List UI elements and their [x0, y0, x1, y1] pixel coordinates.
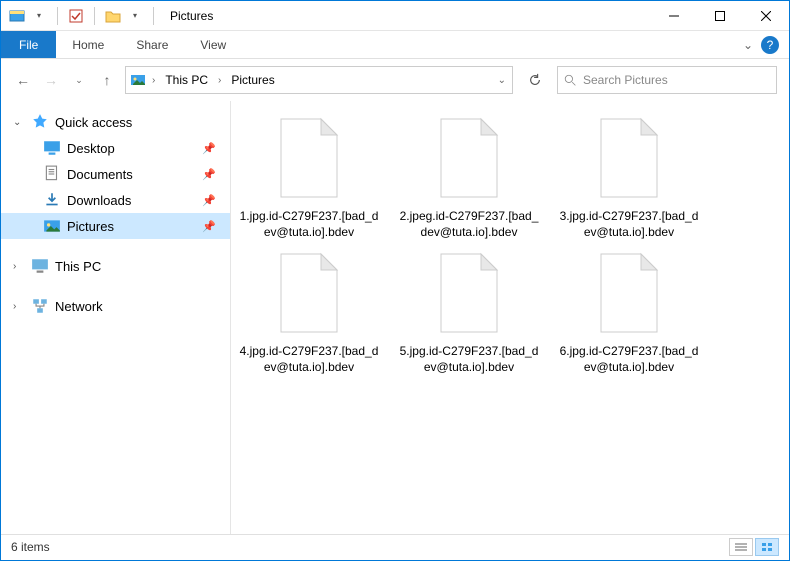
separator — [94, 7, 95, 25]
file-name-label: 4.jpg.id-C279F237.[bad_dev@tuta.io].bdev — [239, 344, 379, 375]
file-item[interactable]: 5.jpg.id-C279F237.[bad_dev@tuta.io].bdev — [399, 248, 539, 375]
forward-button[interactable]: → — [41, 70, 61, 90]
file-icon — [589, 113, 669, 203]
tree-network[interactable]: › Network — [1, 293, 230, 319]
details-view-button[interactable] — [729, 538, 753, 556]
file-tab[interactable]: File — [1, 31, 56, 58]
desktop-icon — [43, 140, 61, 156]
breadcrumb-this-pc[interactable]: This PC — [161, 73, 212, 87]
tree-label: Desktop — [67, 141, 196, 156]
sidebar-item-documents[interactable]: Documents 📌 — [1, 161, 230, 187]
file-name-label: 5.jpg.id-C279F237.[bad_dev@tuta.io].bdev — [399, 344, 539, 375]
tab-share[interactable]: Share — [120, 31, 184, 58]
tree-label: Network — [55, 299, 230, 314]
folder-qat-icon[interactable] — [105, 8, 121, 24]
tree-this-pc[interactable]: › This PC — [1, 253, 230, 279]
sidebar-item-downloads[interactable]: Downloads 📌 — [1, 187, 230, 213]
maximize-button[interactable] — [697, 1, 743, 31]
chevron-down-icon[interactable]: ⌄ — [13, 117, 25, 128]
sidebar-item-desktop[interactable]: Desktop 📌 — [1, 135, 230, 161]
tree-label: Documents — [67, 167, 196, 182]
search-input[interactable]: Search Pictures — [557, 66, 777, 94]
qat-dropdown2-icon[interactable]: ▾ — [127, 8, 143, 24]
titlebar: ▾ ▾ Pictures — [1, 1, 789, 31]
file-name-label: 2.jpeg.id-C279F237.[bad_dev@tuta.io].bde… — [399, 209, 539, 240]
file-list[interactable]: 1.jpg.id-C279F237.[bad_dev@tuta.io].bdev… — [231, 101, 789, 534]
pictures-location-icon — [130, 72, 146, 88]
help-icon[interactable]: ? — [761, 36, 779, 54]
expand-ribbon-icon[interactable]: ⌄ — [743, 38, 753, 52]
item-count: 6 items — [11, 540, 50, 554]
file-name-label: 6.jpg.id-C279F237.[bad_dev@tuta.io].bdev — [559, 344, 699, 375]
chevron-right-icon[interactable]: › — [13, 301, 25, 312]
tree-label: Downloads — [67, 193, 196, 208]
chevron-right-icon[interactable]: › — [150, 75, 157, 86]
file-icon — [269, 248, 349, 338]
tree-label: Quick access — [55, 115, 230, 130]
chevron-right-icon[interactable]: › — [13, 261, 25, 272]
refresh-button[interactable] — [521, 66, 549, 94]
ribbon: File Home Share View ⌄ ? — [1, 31, 789, 59]
pin-icon: 📌 — [202, 142, 230, 155]
file-item[interactable]: 6.jpg.id-C279F237.[bad_dev@tuta.io].bdev — [559, 248, 699, 375]
properties-icon[interactable] — [68, 8, 84, 24]
recent-dropdown-icon[interactable]: ⌄ — [69, 70, 89, 90]
navigation-pane: ⌄ Quick access Desktop 📌 Documents 📌 Dow… — [1, 101, 231, 534]
downloads-icon — [43, 192, 61, 208]
large-icons-view-button[interactable] — [755, 538, 779, 556]
statusbar: 6 items — [1, 534, 789, 558]
pin-icon: 📌 — [202, 220, 230, 233]
tab-home[interactable]: Home — [56, 31, 120, 58]
search-placeholder: Search Pictures — [583, 73, 668, 87]
window-controls — [651, 1, 789, 31]
pin-icon: 📌 — [202, 194, 230, 207]
file-name-label: 1.jpg.id-C279F237.[bad_dev@tuta.io].bdev — [239, 209, 379, 240]
file-item[interactable]: 3.jpg.id-C279F237.[bad_dev@tuta.io].bdev — [559, 113, 699, 240]
file-icon — [429, 248, 509, 338]
separator — [57, 7, 58, 25]
address-bar[interactable]: › This PC › Pictures ⌄ — [125, 66, 513, 94]
file-item[interactable]: 4.jpg.id-C279F237.[bad_dev@tuta.io].bdev — [239, 248, 379, 375]
this-pc-icon — [31, 258, 49, 274]
tree-label: This PC — [55, 259, 230, 274]
file-icon — [429, 113, 509, 203]
explorer-icon — [9, 8, 25, 24]
quick-access-star-icon — [31, 114, 49, 130]
window-title: Pictures — [170, 9, 213, 23]
close-button[interactable] — [743, 1, 789, 31]
pictures-icon — [43, 218, 61, 234]
breadcrumb-pictures[interactable]: Pictures — [227, 73, 278, 87]
quick-access-toolbar: ▾ ▾ Pictures — [1, 7, 213, 25]
separator — [153, 7, 154, 25]
file-item[interactable]: 2.jpeg.id-C279F237.[bad_dev@tuta.io].bde… — [399, 113, 539, 240]
navbar: ← → ⌄ ↑ › This PC › Pictures ⌄ Search Pi… — [1, 59, 789, 101]
qat-dropdown-icon[interactable]: ▾ — [31, 8, 47, 24]
sidebar-item-pictures[interactable]: Pictures 📌 — [1, 213, 230, 239]
file-icon — [589, 248, 669, 338]
tab-view[interactable]: View — [184, 31, 242, 58]
documents-icon — [43, 166, 61, 182]
tree-quick-access[interactable]: ⌄ Quick access — [1, 109, 230, 135]
file-item[interactable]: 1.jpg.id-C279F237.[bad_dev@tuta.io].bdev — [239, 113, 379, 240]
address-dropdown-icon[interactable]: ⌄ — [496, 75, 508, 86]
chevron-right-icon[interactable]: › — [216, 75, 223, 86]
file-icon — [269, 113, 349, 203]
minimize-button[interactable] — [651, 1, 697, 31]
up-button[interactable]: ↑ — [97, 70, 117, 90]
search-icon — [564, 74, 577, 87]
network-icon — [31, 298, 49, 314]
file-name-label: 3.jpg.id-C279F237.[bad_dev@tuta.io].bdev — [559, 209, 699, 240]
tree-label: Pictures — [67, 219, 196, 234]
back-button[interactable]: ← — [13, 70, 33, 90]
pin-icon: 📌 — [202, 168, 230, 181]
